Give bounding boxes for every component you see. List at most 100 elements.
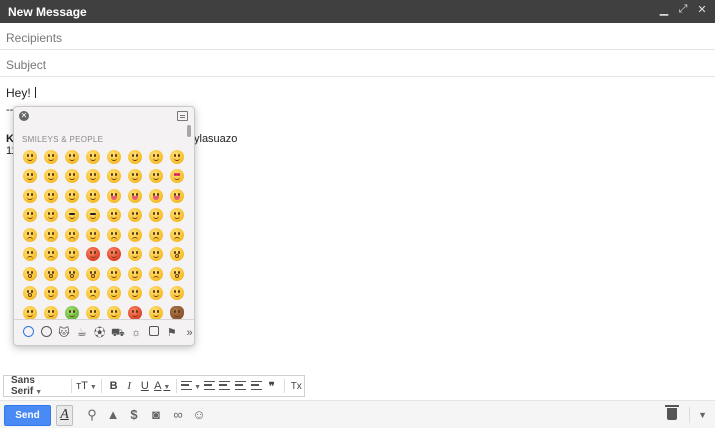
- money-icon[interactable]: $: [126, 407, 142, 423]
- send-button[interactable]: Send: [4, 405, 51, 426]
- emoji-sunglasses[interactable]: [82, 206, 103, 226]
- photo-icon[interactable]: ◙: [148, 407, 164, 423]
- tab-recent[interactable]: [22, 325, 35, 340]
- emoji-cry[interactable]: [61, 284, 82, 304]
- emoji-smile[interactable]: [40, 167, 61, 187]
- emoji-zipper[interactable]: [166, 284, 185, 304]
- emoji-dizzy[interactable]: [124, 264, 145, 284]
- tab-symbols[interactable]: [148, 325, 161, 340]
- emoji-tongue[interactable]: [145, 186, 166, 206]
- emoji-money[interactable]: [19, 206, 40, 226]
- emoji-kiss[interactable]: [40, 186, 61, 206]
- emoji-unamused[interactable]: [166, 206, 185, 226]
- emoji-relieved[interactable]: [145, 167, 166, 187]
- emoji-sweat-smile[interactable]: [124, 147, 145, 167]
- emoji-expressionless[interactable]: [145, 245, 166, 265]
- compose-titlebar[interactable]: New Message ▁ ⤢ ✕: [0, 0, 715, 23]
- emoji-kiss[interactable]: [19, 186, 40, 206]
- align-button[interactable]: ▼: [181, 380, 202, 392]
- emoji-astonished[interactable]: [82, 264, 103, 284]
- popout-icon[interactable]: ⤢: [678, 3, 688, 16]
- emoji-sad[interactable]: [19, 225, 40, 245]
- tab-flags[interactable]: ⚑: [165, 326, 178, 340]
- emoji-wink[interactable]: [166, 147, 185, 167]
- emoji-halo[interactable]: [61, 167, 82, 187]
- quote-button[interactable]: ❞: [264, 380, 280, 393]
- remove-formatting-button[interactable]: Tx: [288, 381, 304, 392]
- emoji-frown-open[interactable]: [19, 264, 40, 284]
- italic-button[interactable]: I: [121, 380, 137, 392]
- emoji-persevere[interactable]: [145, 225, 166, 245]
- emoji-sob[interactable]: [145, 264, 166, 284]
- emoji-weary[interactable]: [40, 245, 61, 265]
- emoji-confused[interactable]: [82, 225, 103, 245]
- emoji-worried[interactable]: [61, 225, 82, 245]
- indent-more-button[interactable]: [248, 380, 264, 392]
- emoji-upside[interactable]: [103, 167, 124, 187]
- emoji-smile[interactable]: [19, 147, 40, 167]
- emoji-cowboy[interactable]: [124, 206, 145, 226]
- emoji-clown[interactable]: [103, 206, 124, 226]
- emoji-disappointed[interactable]: [82, 284, 103, 304]
- bulleted-list-button[interactable]: [217, 380, 233, 392]
- emoji-flushed[interactable]: [103, 264, 124, 284]
- emoji-wink[interactable]: [124, 167, 145, 187]
- emoji-hushed[interactable]: [166, 245, 185, 265]
- tab-more[interactable]: »: [183, 326, 194, 340]
- emoji-frown[interactable]: [124, 225, 145, 245]
- picker-expand-icon[interactable]: [177, 111, 188, 121]
- recipients-field[interactable]: Recipients: [0, 23, 715, 50]
- emoji-yum[interactable]: [103, 186, 124, 206]
- emoji-smirk[interactable]: [145, 206, 166, 226]
- indent-less-button[interactable]: [233, 380, 249, 392]
- tab-activity[interactable]: ⚽︎: [93, 326, 106, 340]
- tab-animals[interactable]: 🐱︎: [58, 326, 71, 340]
- tab-food[interactable]: ☕︎: [75, 326, 88, 340]
- emoji-kiss[interactable]: [82, 186, 103, 206]
- tab-travel[interactable]: ⛟: [111, 326, 125, 340]
- emoji-cold-sweat[interactable]: [40, 284, 61, 304]
- tab-objects[interactable]: ☼: [130, 326, 143, 340]
- emoji-smile[interactable]: [82, 147, 103, 167]
- trash-icon[interactable]: [665, 405, 679, 420]
- attach-icon[interactable]: ⚲: [84, 407, 100, 423]
- underline-button[interactable]: U: [137, 380, 153, 392]
- emoji-rage[interactable]: [103, 245, 124, 265]
- emoji-fear[interactable]: [19, 284, 40, 304]
- emoji-scream[interactable]: [166, 264, 185, 284]
- emoji-hug[interactable]: [40, 206, 61, 226]
- formatting-options-toggle[interactable]: A: [56, 405, 73, 426]
- bold-button[interactable]: B: [106, 380, 122, 392]
- emoji-anguished[interactable]: [40, 264, 61, 284]
- emoji-open[interactable]: [61, 264, 82, 284]
- font-size-button[interactable]: тT ▼: [76, 380, 97, 392]
- emoji-sweat[interactable]: [103, 284, 124, 304]
- emoji-angry[interactable]: [82, 245, 103, 265]
- more-options-icon[interactable]: ▼: [689, 407, 707, 423]
- minimize-icon[interactable]: ▁: [659, 3, 669, 16]
- font-family-select[interactable]: Sans Serif ▼: [4, 375, 67, 397]
- emoji-grin[interactable]: [103, 147, 124, 167]
- emoji-laugh[interactable]: [145, 147, 166, 167]
- tab-smileys[interactable]: [40, 325, 53, 340]
- emoji-kiss[interactable]: [61, 186, 82, 206]
- emoji-neutral[interactable]: [124, 245, 145, 265]
- picker-scrollbar[interactable]: [187, 125, 192, 321]
- close-icon[interactable]: ✕: [697, 3, 707, 16]
- emoji-smile[interactable]: [61, 147, 82, 167]
- emoji-slight[interactable]: [82, 167, 103, 187]
- scrollbar-thumb[interactable]: [187, 125, 191, 137]
- subject-field[interactable]: Subject: [0, 50, 715, 77]
- numbered-list-button[interactable]: [201, 380, 217, 392]
- emoji-smile[interactable]: [40, 147, 61, 167]
- emoji-heart-eyes[interactable]: [166, 167, 185, 187]
- emoji-tongue[interactable]: [166, 186, 185, 206]
- message-body[interactable]: Hey!: [6, 86, 37, 100]
- emoji-pensive[interactable]: [40, 225, 61, 245]
- emoji-tired[interactable]: [19, 245, 40, 265]
- link-icon[interactable]: ∞: [170, 407, 186, 423]
- emoji-sleepy[interactable]: [124, 284, 145, 304]
- emoji-blush[interactable]: [19, 167, 40, 187]
- emoji-slight-frown[interactable]: [103, 225, 124, 245]
- text-color-button[interactable]: A ▼: [153, 380, 172, 392]
